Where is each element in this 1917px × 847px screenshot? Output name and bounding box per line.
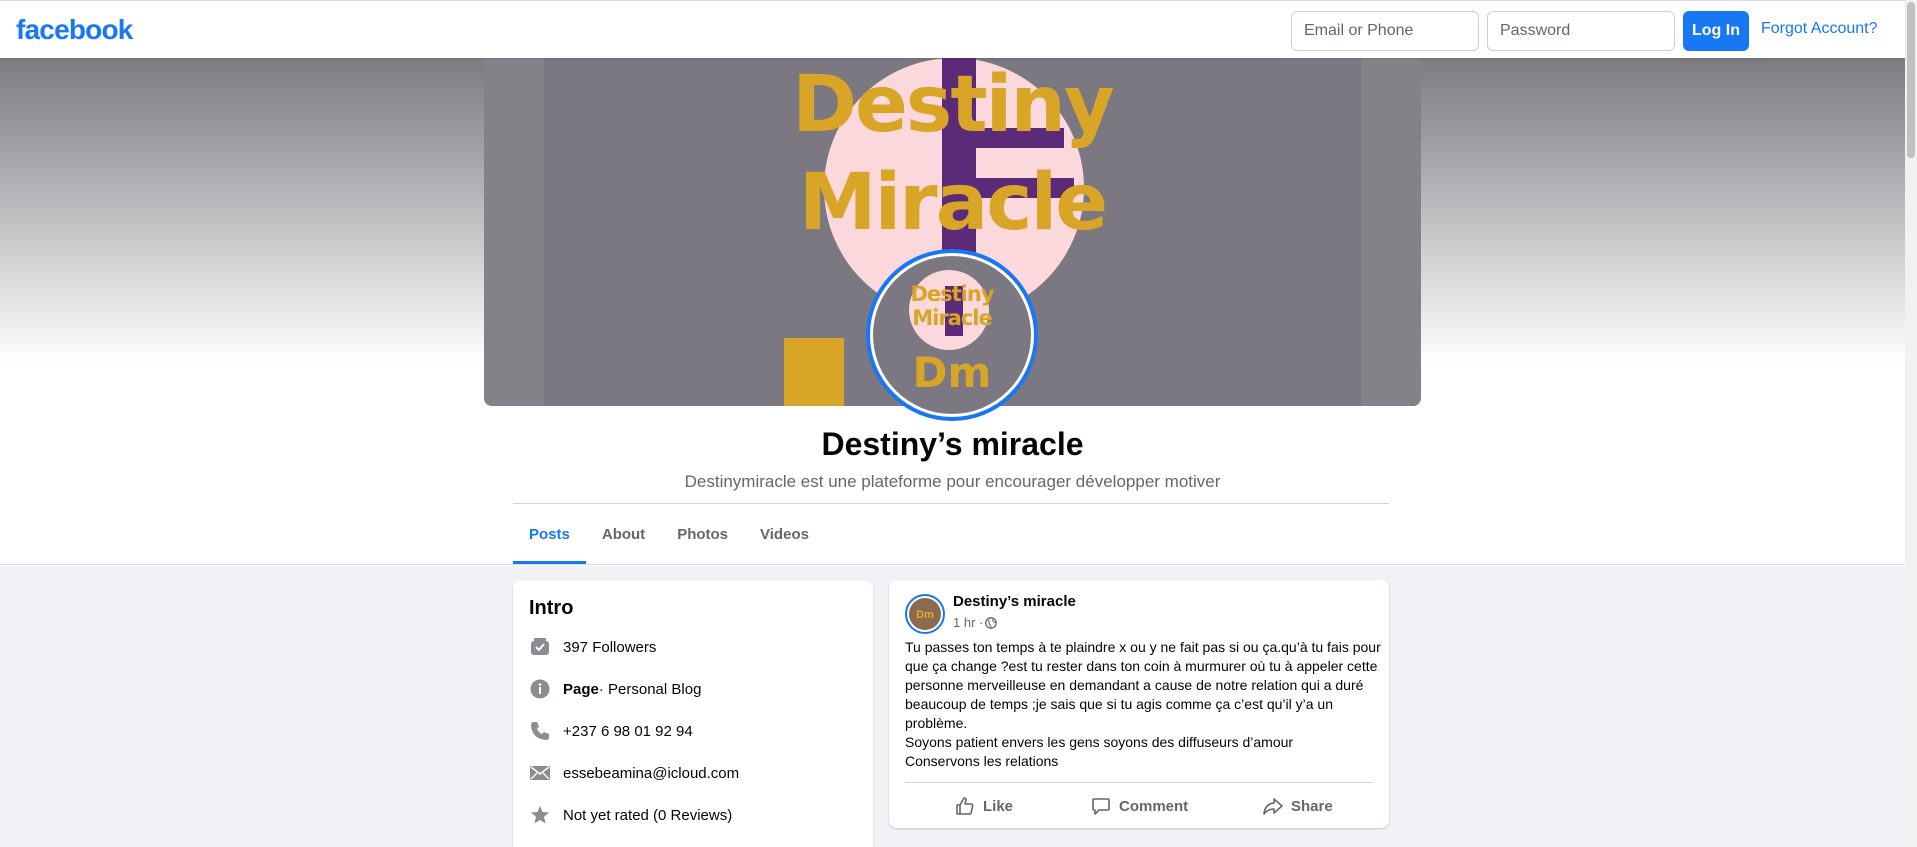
header-section-border — [0, 564, 1905, 565]
phone-icon — [529, 720, 551, 742]
page-description: Destinymiracle est une plateforme pour e… — [684, 472, 1221, 491]
globe-icon — [985, 616, 998, 629]
page-tabs: Posts About Photos Videos — [513, 504, 825, 564]
post-text-paragraph: Tu passes ton temps à te plaindre x ou y… — [905, 639, 1381, 731]
like-label: Like — [983, 797, 1014, 815]
tab-about[interactable]: About — [586, 504, 661, 564]
profile-picture-image: Destiny Miracle Dm — [873, 256, 1031, 414]
star-icon — [529, 804, 551, 826]
page-scrollbar[interactable] — [1905, 0, 1917, 847]
tab-videos[interactable]: Videos — [744, 504, 825, 564]
scrollbar-thumb[interactable] — [1907, 2, 1915, 158]
post-text-paragraph: Soyons patient envers les gens soyons de… — [905, 734, 1294, 750]
thumbs-up-icon — [956, 797, 974, 815]
intro-email-row: essebeamina@icloud.com — [529, 761, 739, 785]
post-meta: 1 hr · — [953, 615, 998, 630]
cover-dm-shape — [784, 338, 844, 406]
tab-photos[interactable]: Photos — [661, 504, 744, 564]
share-button[interactable]: Share — [1263, 790, 1333, 822]
post-card: Dm Destiny’s miracle 1 hr · Tu passes to… — [889, 580, 1389, 828]
comment-button[interactable]: Comment — [1091, 790, 1188, 822]
phone-number: +237 6 98 01 92 94 — [563, 722, 693, 740]
top-navigation-bar: facebook Log In Forgot Account? — [0, 0, 1905, 58]
avatar-dm-text: Dm — [912, 348, 992, 397]
email-address[interactable]: essebeamina@icloud.com — [563, 765, 739, 782]
comment-icon — [1092, 798, 1110, 815]
post-timestamp[interactable]: 1 hr · — [953, 615, 983, 630]
post-text-paragraph: Conservons les relations — [905, 753, 1059, 769]
avatar-text-line1: Destiny — [910, 282, 994, 306]
post-avatar-image: Dm — [909, 598, 941, 630]
forgot-account-link[interactable]: Forgot Account? — [1761, 20, 1878, 38]
post-body: Tu passes ton temps à te plaindre x ou y… — [905, 638, 1381, 771]
page-profile-picture[interactable]: Destiny Miracle Dm — [866, 249, 1038, 421]
intro-card: Intro 397 Followers Page · Personal Blog… — [513, 580, 873, 847]
comment-label: Comment — [1119, 797, 1189, 815]
like-button[interactable]: Like — [955, 790, 1013, 822]
facebook-logo[interactable]: facebook — [16, 14, 133, 46]
post-avatar-text: Dm — [916, 609, 934, 621]
email-input[interactable] — [1291, 11, 1479, 51]
login-button[interactable]: Log In — [1683, 11, 1749, 51]
post-actions-divider — [905, 782, 1373, 783]
tab-posts[interactable]: Posts — [513, 504, 586, 564]
cover-title-line1: Destiny — [792, 60, 1114, 150]
rating-text: Not yet rated (0 Reviews) — [563, 806, 733, 824]
intro-title: Intro — [529, 597, 574, 619]
followers-count: 397 Followers — [563, 638, 657, 656]
cover-title-line2: Miracle — [798, 158, 1108, 248]
password-input[interactable] — [1487, 11, 1675, 51]
post-author-avatar[interactable]: Dm — [905, 594, 945, 634]
info-icon — [529, 678, 551, 700]
followers-icon — [529, 636, 551, 658]
page-title: Destiny’s miracle — [821, 426, 1084, 462]
intro-page-row: Page · Personal Blog — [529, 677, 701, 701]
share-icon — [1263, 798, 1283, 815]
page-category: · Personal Blog — [598, 680, 702, 698]
avatar-text-line2: Miracle — [912, 306, 993, 330]
post-author-name[interactable]: Destiny’s miracle — [953, 593, 1076, 610]
share-label: Share — [1291, 797, 1333, 815]
page-type-label: Page — [563, 680, 599, 698]
intro-phone-row: +237 6 98 01 92 94 — [529, 719, 693, 743]
intro-followers-row: 397 Followers — [529, 635, 656, 659]
email-icon — [529, 762, 551, 784]
intro-rating-row: Not yet rated (0 Reviews) — [529, 803, 732, 827]
